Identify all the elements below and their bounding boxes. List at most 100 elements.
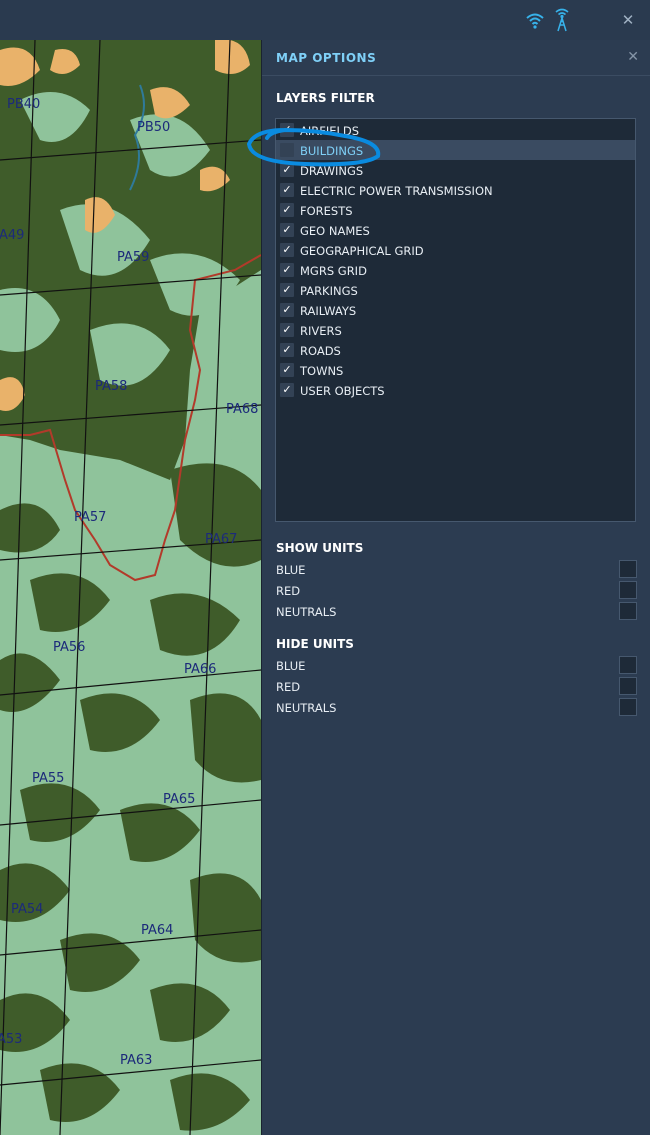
grid-label: PA63	[120, 1053, 153, 1068]
show-units-title: SHOW UNITS	[276, 541, 364, 555]
grid-label: PA67	[205, 532, 238, 547]
layer-item-electric-power-transmission[interactable]: ✓ ELECTRIC POWER TRANSMISSION	[276, 180, 635, 200]
layer-item-geo-names[interactable]: ✓ GEO NAMES	[276, 220, 635, 240]
unit-row-blue: BLUE	[276, 560, 637, 580]
layers-filter-title: LAYERS FILTER	[276, 91, 375, 105]
checkmark-icon: ✓	[282, 283, 292, 296]
layer-label: GEO NAMES	[300, 224, 370, 238]
grid-label: PA68	[226, 402, 259, 417]
layer-item-parkings[interactable]: ✓ PARKINGS	[276, 280, 635, 300]
layer-label: TOWNS	[300, 364, 344, 378]
unit-label: RED	[276, 584, 301, 598]
unit-row-neutrals: NEUTRALS	[276, 602, 637, 622]
layer-item-airfields[interactable]: ✓ AIRFIELDS	[276, 120, 635, 140]
layer-checkbox[interactable]: ✓	[280, 183, 294, 197]
layer-item-forests[interactable]: ✓ FORESTS	[276, 200, 635, 220]
unit-checkbox-blue[interactable]	[619, 656, 637, 674]
close-icon[interactable]: ✕	[627, 49, 639, 65]
layer-label: RAILWAYS	[300, 304, 357, 318]
layer-label: DRAWINGS	[300, 164, 364, 178]
unit-checkbox-red[interactable]	[619, 677, 637, 695]
layer-checkbox[interactable]: ✓	[280, 123, 294, 137]
terrain-map[interactable]	[0, 40, 261, 1135]
checkmark-icon: ✓	[282, 383, 292, 396]
top-bar: ✕	[0, 0, 650, 40]
unit-row-red: RED	[276, 581, 637, 601]
grid-label: PA66	[184, 662, 217, 677]
panel-header: MAP OPTIONS ✕	[262, 40, 650, 76]
grid-label: PA55	[32, 771, 65, 786]
radio-tower-icon[interactable]	[553, 8, 571, 32]
layer-checkbox[interactable]: ✓	[280, 363, 294, 377]
layer-label: PARKINGS	[300, 284, 358, 298]
grid-label: PB40	[7, 97, 41, 112]
layer-item-drawings[interactable]: ✓ DRAWINGS	[276, 160, 635, 180]
layer-label: USER OBJECTS	[300, 384, 385, 398]
layer-label: BUILDINGS	[300, 144, 364, 158]
unit-label: BLUE	[276, 563, 306, 577]
grid-label: PA49	[0, 228, 25, 243]
layer-label: MGRS GRID	[300, 264, 367, 278]
layer-item-user-objects[interactable]: ✓ USER OBJECTS	[276, 380, 635, 400]
layer-checkbox[interactable]: ✓	[280, 163, 294, 177]
layer-checkbox[interactable]: ✓	[280, 323, 294, 337]
map-view[interactable]: PB40 PB50 PA49 PA59 PA58 PA68 PA57 PA67 …	[0, 40, 261, 1135]
layer-item-rivers[interactable]: ✓ RIVERS	[276, 320, 635, 340]
layer-checkbox[interactable]: ✓	[280, 243, 294, 257]
checkmark-icon: ✓	[282, 163, 292, 176]
layer-label: ROADS	[300, 344, 341, 358]
wifi-icon[interactable]	[525, 11, 545, 29]
layer-checkbox[interactable]: ✓	[280, 283, 294, 297]
checkmark-icon: ✓	[282, 263, 292, 276]
unit-checkbox-red[interactable]	[619, 581, 637, 599]
grid-label: PA57	[74, 510, 107, 525]
layer-item-roads[interactable]: ✓ ROADS	[276, 340, 635, 360]
unit-label: NEUTRALS	[276, 701, 337, 715]
layers-list[interactable]: ✓ AIRFIELDS BUILDINGS ✓ DRAWINGS ✓ ELECTRIC PO…	[275, 118, 636, 522]
close-icon[interactable]: ✕	[620, 11, 636, 29]
layer-item-mgrs-grid[interactable]: ✓ MGRS GRID	[276, 260, 635, 280]
layer-label: RIVERS	[300, 324, 342, 338]
grid-label: PA56	[53, 640, 86, 655]
layer-checkbox[interactable]: ✓	[280, 343, 294, 357]
hide-units-title: HIDE UNITS	[276, 637, 354, 651]
unit-checkbox-neutrals[interactable]	[619, 698, 637, 716]
layer-item-geographical-grid[interactable]: ✓ GEOGRAPHICAL GRID	[276, 240, 635, 260]
map-options-panel: MAP OPTIONS ✕ LAYERS FILTER ✓ AIRFIELDS BU…	[261, 40, 650, 1135]
layer-item-railways[interactable]: ✓ RAILWAYS	[276, 300, 635, 320]
checkmark-icon: ✓	[282, 243, 292, 256]
unit-checkbox-neutrals[interactable]	[619, 602, 637, 620]
grid-label: PA64	[141, 923, 174, 938]
panel-title: MAP OPTIONS	[276, 51, 377, 65]
layer-label: AIRFIELDS	[300, 124, 360, 138]
layer-checkbox[interactable]: ✓	[280, 223, 294, 237]
checkmark-icon: ✓	[282, 343, 292, 356]
grid-label: PA54	[11, 902, 44, 917]
unit-label: BLUE	[276, 659, 306, 673]
unit-row-neutrals: NEUTRALS	[276, 698, 637, 718]
layer-checkbox[interactable]: ✓	[280, 383, 294, 397]
unit-label: RED	[276, 680, 301, 694]
checkmark-icon: ✓	[282, 303, 292, 316]
grid-label: PA59	[117, 250, 150, 265]
unit-row-red: RED	[276, 677, 637, 697]
layer-checkbox[interactable]: ✓	[280, 203, 294, 217]
layer-checkbox[interactable]: ✓	[280, 263, 294, 277]
checkmark-icon: ✓	[282, 203, 292, 216]
layer-item-buildings[interactable]: BUILDINGS	[276, 140, 635, 160]
layer-checkbox[interactable]: ✓	[280, 303, 294, 317]
grid-label: PA53	[0, 1032, 23, 1047]
layer-checkbox[interactable]	[280, 143, 294, 157]
checkmark-icon: ✓	[282, 223, 292, 236]
layer-label: GEOGRAPHICAL GRID	[300, 244, 424, 258]
layer-item-towns[interactable]: ✓ TOWNS	[276, 360, 635, 380]
grid-label: PA58	[95, 379, 128, 394]
checkmark-icon: ✓	[282, 183, 292, 196]
grid-label: PB50	[137, 120, 171, 135]
unit-label: NEUTRALS	[276, 605, 337, 619]
checkmark-icon: ✓	[282, 323, 292, 336]
grid-label: PA65	[163, 792, 196, 807]
checkmark-icon: ✓	[282, 123, 292, 136]
checkmark-icon: ✓	[282, 363, 292, 376]
unit-checkbox-blue[interactable]	[619, 560, 637, 578]
